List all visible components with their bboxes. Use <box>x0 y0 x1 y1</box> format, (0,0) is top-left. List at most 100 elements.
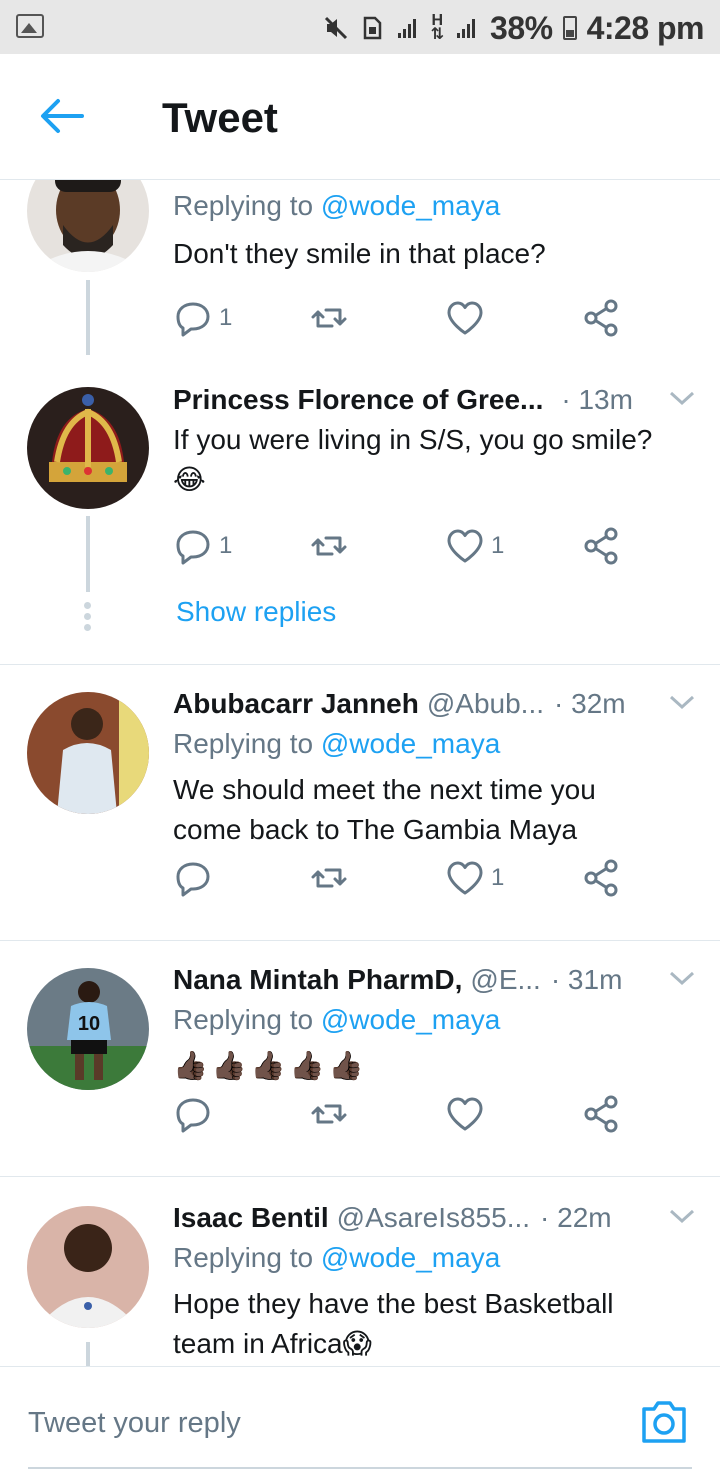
thread-line <box>86 516 90 592</box>
share-icon <box>584 527 618 565</box>
mention-link[interactable]: @wode_maya <box>321 728 500 759</box>
tweet-text: Don't they smile in that place? <box>173 238 546 269</box>
reply-icon <box>176 530 210 565</box>
thread-line <box>86 280 90 355</box>
reply-button[interactable]: 1 <box>173 296 232 340</box>
author-handle[interactable]: @E... <box>470 964 540 996</box>
tweet-item[interactable]: Replying to @wode_maya Don't they smile … <box>0 180 720 370</box>
author-handle[interactable]: @Abub... <box>427 688 544 720</box>
author-name[interactable]: Abubacarr Janneh <box>173 688 419 720</box>
share-button[interactable] <box>581 524 621 568</box>
tweet-item[interactable]: Abubacarr Janneh @Abub... · 32m Replying… <box>0 684 720 940</box>
author-handle[interactable]: @AsareIs855... <box>337 1202 530 1234</box>
like-button[interactable] <box>445 296 491 340</box>
reply-input[interactable]: Tweet your reply <box>28 1407 241 1440</box>
replying-to: Replying to @wode_maya <box>173 728 501 759</box>
tweet-header: Abubacarr Janneh @Abub... · 32m <box>173 684 696 724</box>
reply-icon <box>176 302 210 337</box>
timestamp: · 31m <box>550 964 623 995</box>
status-icons: H ⇅ 38% 4:28 pm <box>323 8 705 48</box>
like-button[interactable]: 1 <box>445 524 504 568</box>
app-header: Tweet <box>0 54 720 180</box>
chevron-down-icon[interactable] <box>668 388 696 408</box>
signal-icon <box>397 19 416 38</box>
avatar[interactable] <box>27 180 149 272</box>
divider <box>0 664 720 665</box>
network-type-label: H ⇅ <box>430 12 445 43</box>
divider <box>0 1176 720 1177</box>
thread-dots <box>84 602 92 635</box>
reply-icon <box>176 862 210 897</box>
reply-icon <box>176 1098 210 1133</box>
author-name[interactable]: Nana Mintah PharmD, <box>173 964 462 996</box>
retweet-button[interactable] <box>309 856 355 900</box>
tweet-text: If you were living in S/S, you go smile?… <box>173 424 653 496</box>
author-name[interactable]: Princess Florence of Gree... <box>173 384 543 416</box>
reply-button[interactable]: 1 <box>173 524 232 568</box>
tweet-header: Princess Florence of Gree... · 13m <box>173 380 696 420</box>
retweet-button[interactable] <box>309 524 355 568</box>
thread-line <box>86 1342 90 1366</box>
retweet-icon <box>311 1104 347 1124</box>
timestamp: · 13m <box>561 384 633 415</box>
timestamp: · 22m <box>540 1202 612 1233</box>
reply-composer: Tweet your reply <box>0 1366 720 1480</box>
battery-percent: 38% <box>490 9 553 46</box>
tweet-text: 👍🏿👍🏿👍🏿👍🏿👍🏿 <box>173 1049 368 1082</box>
status-bar: H ⇅ 38% 4:28 pm <box>0 0 720 54</box>
tweet-item[interactable]: Isaac Bentil @AsareIs855... · 22m Replyi… <box>0 1198 720 1366</box>
page-title: Tweet <box>162 94 278 141</box>
heart-icon <box>447 1097 483 1131</box>
tweet-header: Nana Mintah PharmD, @E... · 31m <box>173 960 696 1000</box>
heart-icon <box>447 301 483 335</box>
retweet-icon <box>311 308 347 328</box>
show-replies-link[interactable]: Show replies <box>176 596 336 628</box>
heart-icon <box>447 529 483 563</box>
avatar[interactable]: 10 <box>27 968 149 1090</box>
like-button[interactable] <box>445 1092 491 1136</box>
replying-to: Replying to @wode_maya <box>173 1004 501 1035</box>
chevron-down-icon[interactable] <box>668 968 696 988</box>
reply-count: 1 <box>219 532 233 559</box>
heart-icon <box>447 861 483 895</box>
tweet-item[interactable]: 10 Nana Mintah PharmD, @E... · 31m Reply… <box>0 960 720 1176</box>
tweet-actions: 1 <box>173 296 633 340</box>
svg-text:10: 10 <box>78 1013 100 1035</box>
tweet-feed[interactable]: Replying to @wode_maya Don't they smile … <box>0 180 720 1366</box>
retweet-button[interactable] <box>309 1092 355 1136</box>
mention-link[interactable]: @wode_maya <box>321 190 500 221</box>
retweet-icon <box>311 536 347 556</box>
retweet-button[interactable] <box>309 296 355 340</box>
tweet-text: Hope they have the best Basketball team … <box>173 1288 614 1359</box>
reply-button[interactable] <box>173 856 219 900</box>
share-icon <box>584 859 618 897</box>
share-button[interactable] <box>581 296 621 340</box>
back-arrow-icon[interactable] <box>38 96 86 136</box>
tweet-item[interactable]: Princess Florence of Gree... · 13m If yo… <box>0 380 720 664</box>
mention-link[interactable]: @wode_maya <box>321 1242 500 1273</box>
author-name[interactable]: Isaac Bentil <box>173 1202 329 1234</box>
avatar[interactable] <box>27 387 149 509</box>
tweet-text: We should meet the next time you come ba… <box>173 774 596 845</box>
share-button[interactable] <box>581 856 621 900</box>
tweet-actions: 1 1 <box>173 524 633 568</box>
avatar[interactable] <box>27 1206 149 1328</box>
signal-icon-2 <box>457 19 476 38</box>
like-button[interactable]: 1 <box>445 856 504 900</box>
share-icon <box>584 1095 618 1133</box>
replying-to: Replying to @wode_maya <box>173 1242 501 1273</box>
avatar[interactable] <box>27 692 149 814</box>
like-count: 1 <box>491 532 505 559</box>
timestamp: · 32m <box>554 688 626 719</box>
share-button[interactable] <box>581 1092 621 1136</box>
chevron-down-icon[interactable] <box>668 692 696 712</box>
tweet-actions <box>173 1092 633 1136</box>
reply-button[interactable] <box>173 1092 219 1136</box>
chevron-down-icon[interactable] <box>668 1206 696 1226</box>
battery-icon <box>562 16 577 40</box>
share-icon <box>584 299 618 337</box>
mention-link[interactable]: @wode_maya <box>321 1004 500 1035</box>
clock: 4:28 pm <box>586 9 705 46</box>
image-notification-icon <box>16 14 44 38</box>
camera-icon[interactable] <box>638 1397 690 1445</box>
